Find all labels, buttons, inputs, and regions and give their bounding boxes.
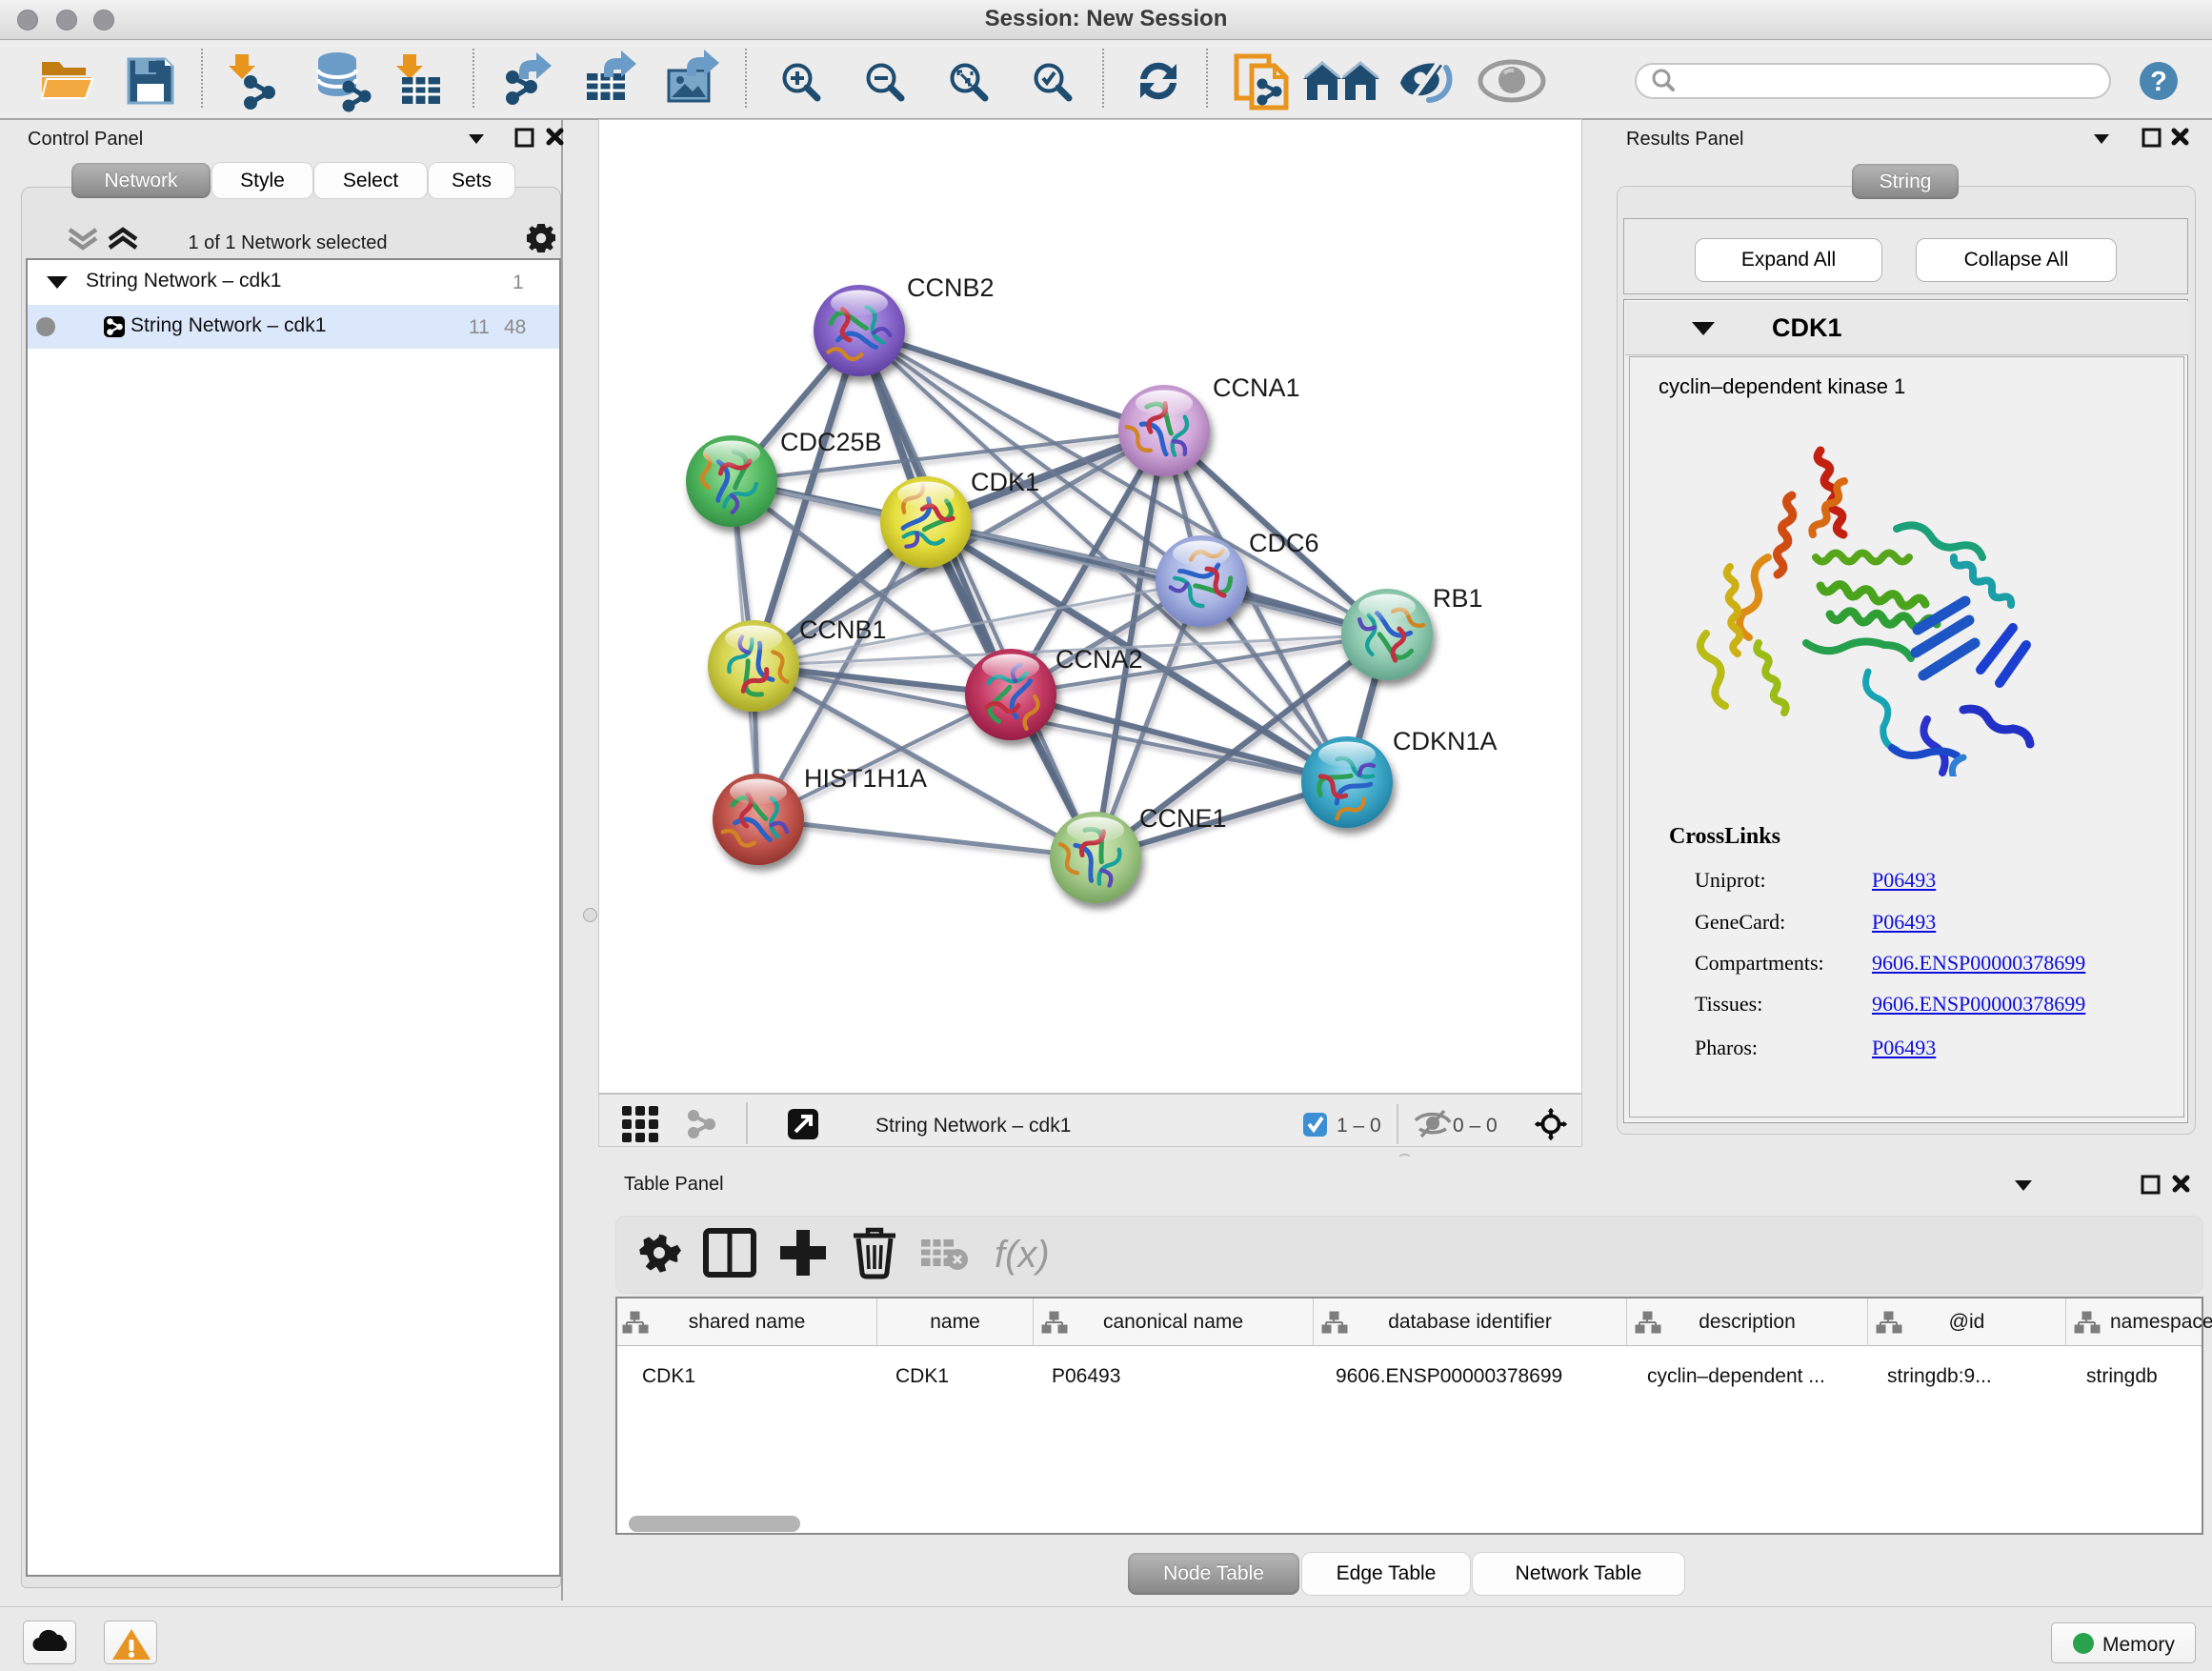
- svg-text:CCNA2: CCNA2: [1056, 645, 1143, 674]
- svg-text:String Network – cdk1: String Network – cdk1: [875, 1115, 1071, 1137]
- svg-text:CCNE1: CCNE1: [1139, 804, 1227, 833]
- svg-text:HIST1H1A: HIST1H1A: [804, 764, 927, 793]
- svg-text:Memory: Memory: [2102, 1634, 2175, 1656]
- svg-text:RB1: RB1: [1433, 584, 1483, 613]
- svg-text:CDKN1A: CDKN1A: [1393, 727, 1498, 755]
- svg-text:CDK1: CDK1: [971, 468, 1039, 496]
- svg-text:CDC25B: CDC25B: [780, 428, 882, 456]
- svg-text:1 – 0: 1 – 0: [1337, 1115, 1381, 1137]
- svg-text:CDC6: CDC6: [1249, 529, 1319, 557]
- svg-text:CCNA1: CCNA1: [1213, 373, 1300, 402]
- svg-text:?: ?: [2150, 67, 2167, 97]
- svg-text:f(x): f(x): [995, 1234, 1050, 1276]
- svg-text:0 – 0: 0 – 0: [1453, 1115, 1498, 1137]
- svg-text:CCNB1: CCNB1: [799, 615, 887, 644]
- svg-text:CCNB2: CCNB2: [907, 273, 995, 302]
